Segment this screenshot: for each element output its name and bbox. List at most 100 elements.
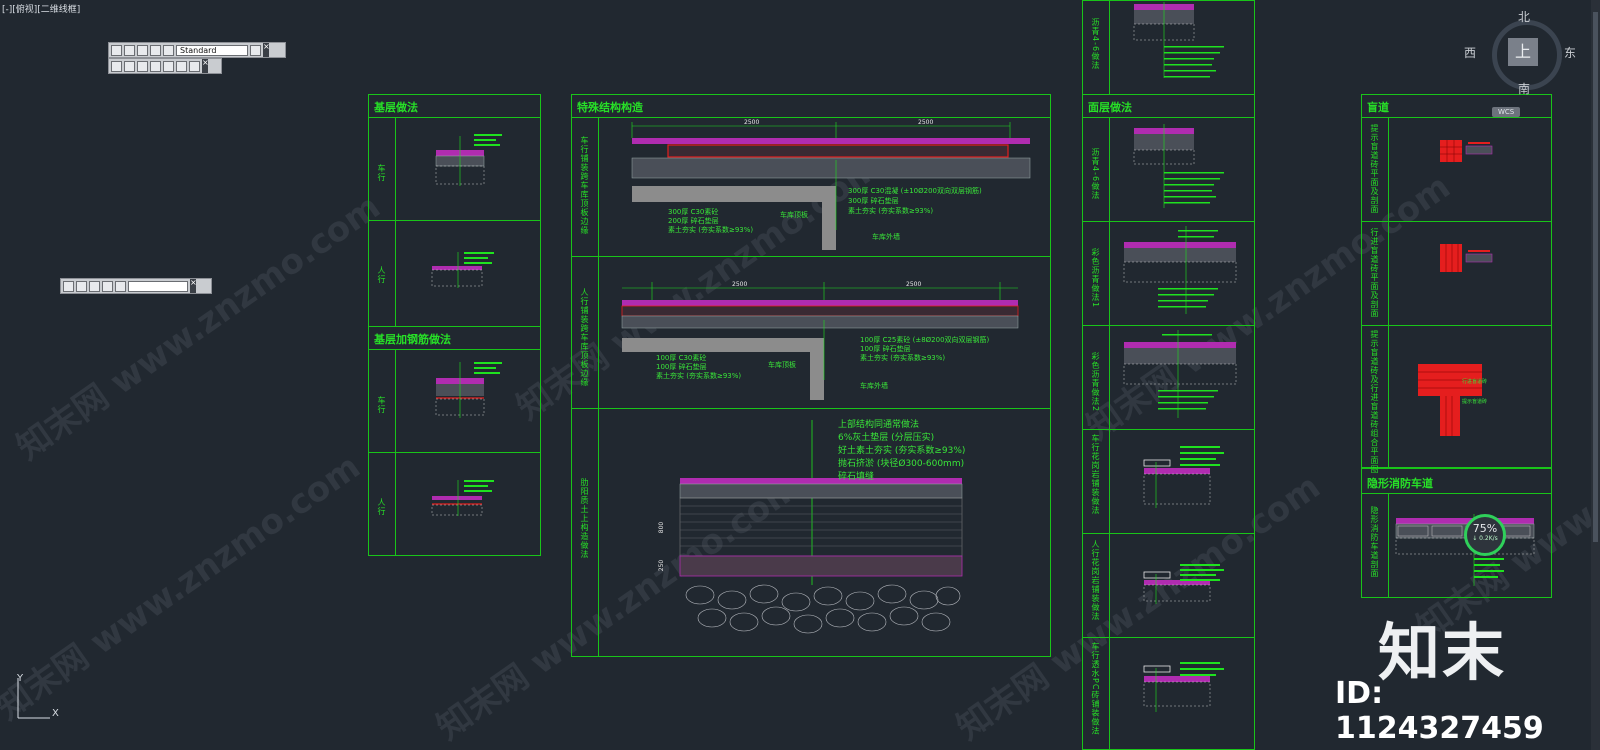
surface-granite-pedestrian: [1143, 564, 1224, 604]
section-note: 上部结构同通常做法: [838, 420, 920, 430]
layer-icon-2[interactable]: [76, 280, 87, 292]
layer-icon-4[interactable]: [102, 280, 113, 292]
rebar-panel-title: 基层加钢筋做法: [374, 333, 451, 346]
progress-indicator: 75% ↓ 0.2K/s: [1464, 514, 1506, 556]
divider: [368, 349, 541, 350]
compass-north-label[interactable]: 北: [1518, 8, 1530, 25]
divider: [1082, 429, 1255, 430]
viewcube[interactable]: 上 北 南 西 东: [1464, 10, 1578, 102]
fire-lane-section: [1395, 514, 1535, 586]
layer-icon-3[interactable]: [89, 280, 100, 292]
rebar-pedestrian-section: [431, 480, 494, 516]
base-pedestrian-section: [431, 252, 494, 288]
surface-row-label: 彩色沥青做法1: [1091, 248, 1100, 309]
view-icon-7[interactable]: [189, 60, 200, 72]
divider: [571, 408, 1051, 409]
layer-icon-1[interactable]: [63, 280, 74, 292]
divider: [1109, 0, 1110, 95]
section-note: 好土素土夯实 (夯实系数≥93%): [838, 446, 966, 456]
fire-row-label: 隐形消防车道剖面: [1370, 506, 1379, 578]
divider: [1361, 493, 1552, 494]
style-manager-icon[interactable]: [250, 44, 261, 56]
rebar-row-label: 人行: [377, 498, 386, 516]
divider: [1082, 117, 1255, 118]
surface-granite-vehicle: [1143, 446, 1224, 508]
wcs-menu[interactable]: WCS: [1492, 107, 1521, 117]
special-panel-title: 特殊结构构造: [577, 101, 643, 114]
rebar-vehicle-section: [435, 362, 502, 418]
surface-section: [1133, 2, 1224, 78]
divider: [1388, 493, 1389, 598]
divider: [1361, 221, 1552, 222]
toolbar-close-icon[interactable]: ×: [190, 279, 197, 293]
ucs-y-label: Y: [17, 673, 24, 684]
section-note: 素土夯实 (夯实系数≥93%): [848, 207, 934, 215]
compass-east-label[interactable]: 东: [1564, 44, 1576, 61]
dimension-label: 2500: [732, 281, 748, 288]
base-row-label: 人行: [377, 266, 386, 284]
blind-warning-tile: [1440, 140, 1493, 162]
collect-leader-icon[interactable]: [163, 44, 174, 56]
divider: [1361, 325, 1552, 326]
view-icon-1[interactable]: [111, 60, 122, 72]
multileader-icon[interactable]: [111, 44, 122, 56]
divider: [571, 256, 1051, 257]
toolbar-close-icon[interactable]: ×: [263, 43, 270, 57]
base-vehicle-section: [435, 134, 502, 186]
compass-west-label[interactable]: 西: [1464, 44, 1476, 61]
blind-panel-title: 盲道: [1367, 101, 1389, 114]
section-note: 300厚 碎石垫层: [848, 197, 899, 205]
surface-row-label: 车行花岗岩铺装做法: [1091, 434, 1100, 515]
surface-panel-title: 面层做法: [1088, 101, 1132, 114]
dimension-label: 800: [658, 521, 666, 534]
divider: [1109, 117, 1110, 750]
section-note: 抛石挤淤 (块径Ø300-600mm): [838, 459, 965, 469]
blind-guide-tile: [1440, 244, 1493, 272]
progress-rate: ↓ 0.2K/s: [1472, 535, 1498, 542]
base-panel-title: 基层做法: [374, 101, 418, 114]
divider: [598, 117, 599, 657]
view-icon-3[interactable]: [137, 60, 148, 72]
remove-leader-icon[interactable]: [137, 44, 148, 56]
fire-panel-title: 隐形消防车道: [1367, 477, 1433, 490]
divider: [1361, 117, 1552, 118]
view-icon-5[interactable]: [163, 60, 174, 72]
special-row-label: 肋阳质土上构造做法: [580, 478, 589, 559]
resource-id: ID: 1124327459: [1335, 676, 1544, 746]
blind-tag: 提示盲道砖: [1462, 399, 1488, 405]
scrollbar-thumb[interactable]: [1593, 12, 1598, 542]
view-icon-4[interactable]: [150, 60, 161, 72]
special-row-label: 人行铺装跨车库顶板边缘: [580, 288, 589, 387]
align-leader-icon[interactable]: [150, 44, 161, 56]
toolbar-close-icon[interactable]: ×: [202, 59, 209, 73]
divider: [368, 220, 541, 221]
special-row-label: 车行铺装跨车库顶板边缘: [580, 136, 589, 235]
style-select[interactable]: Standard: [176, 44, 248, 56]
surface-color-asphalt-1: [1123, 226, 1237, 314]
blind-row-label: 提示盲道砖及行进盲道砖组合平面图: [1370, 330, 1379, 474]
blind-tag: 行进盲道砖: [1462, 379, 1488, 385]
section-tag: 车库顶板: [780, 211, 808, 219]
surface-row-label: 车行透水PC砖铺装做法: [1091, 642, 1100, 736]
compass-south-label[interactable]: 南: [1518, 80, 1530, 97]
section-tag: 车库外墙: [860, 382, 888, 390]
viewport-label[interactable]: [-][俯视][二维线框]: [2, 2, 80, 15]
view-toolbar: ×: [108, 58, 222, 74]
dimension-label: 2500: [918, 119, 934, 126]
section-note: 素土夯实 (夯实系数≥93%): [668, 226, 754, 234]
section-tag: 车库顶板: [768, 361, 796, 369]
layer-icon-5[interactable]: [115, 280, 126, 292]
divider: [571, 117, 1051, 118]
add-leader-icon[interactable]: [124, 44, 135, 56]
viewcube-top-face[interactable]: 上: [1508, 38, 1538, 66]
base-row-label: 车行: [377, 164, 386, 182]
divider: [395, 349, 396, 556]
watermark: 知末网 www.znzmo.com: [9, 186, 388, 468]
view-icon-6[interactable]: [176, 60, 187, 72]
divider: [1388, 117, 1389, 468]
layer-select[interactable]: [128, 280, 188, 292]
divider: [1082, 325, 1255, 326]
surface-pc-brick: [1143, 662, 1224, 712]
view-icon-2[interactable]: [124, 60, 135, 72]
surface-row-label: 沥青4-6做法: [1091, 148, 1100, 201]
